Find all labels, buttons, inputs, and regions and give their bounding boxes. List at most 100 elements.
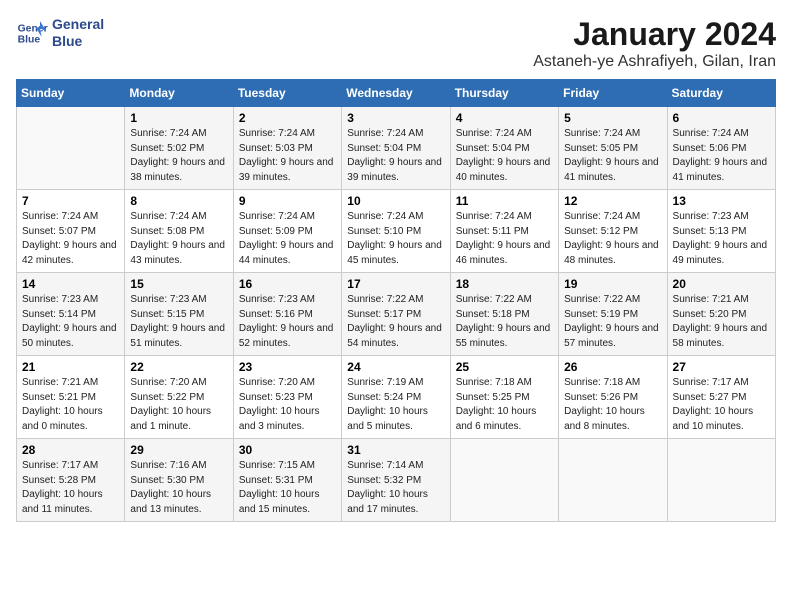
- cell-info: Sunrise: 7:21 AM Sunset: 5:20 PM Dayligh…: [673, 293, 770, 351]
- calendar-cell: [667, 439, 775, 522]
- cell-info: Sunrise: 7:24 AM Sunset: 5:10 PM Dayligh…: [347, 210, 444, 268]
- cell-info: Sunrise: 7:14 AM Sunset: 5:32 PM Dayligh…: [347, 459, 444, 517]
- day-header-tuesday: Tuesday: [233, 80, 341, 107]
- day-header-monday: Monday: [125, 80, 233, 107]
- calendar-cell: 11 Sunrise: 7:24 AM Sunset: 5:11 PM Dayli…: [450, 190, 558, 273]
- calendar-cell: 20 Sunrise: 7:21 AM Sunset: 5:20 PM Dayli…: [667, 273, 775, 356]
- day-number: 3: [347, 111, 444, 125]
- cell-info: Sunrise: 7:24 AM Sunset: 5:02 PM Dayligh…: [130, 127, 227, 185]
- day-number: 30: [239, 443, 336, 457]
- day-header-thursday: Thursday: [450, 80, 558, 107]
- day-number: 4: [456, 111, 553, 125]
- calendar-cell: [559, 439, 667, 522]
- day-number: 13: [673, 194, 770, 208]
- calendar-cell: 26 Sunrise: 7:18 AM Sunset: 5:26 PM Dayli…: [559, 356, 667, 439]
- day-number: 26: [564, 360, 661, 374]
- cell-info: Sunrise: 7:19 AM Sunset: 5:24 PM Dayligh…: [347, 376, 444, 434]
- calendar-cell: 22Sunrise: 7:20 AM Sunset: 5:22 PM Dayli…: [125, 356, 233, 439]
- day-number: 11: [456, 194, 553, 208]
- calendar-cell: 15 Sunrise: 7:23 AM Sunset: 5:15 PM Dayli…: [125, 273, 233, 356]
- calendar-cell: 7 Sunrise: 7:24 AM Sunset: 5:07 PM Daylig…: [17, 190, 125, 273]
- calendar-cell: [450, 439, 558, 522]
- calendar-table: SundayMondayTuesdayWednesdayThursdayFrid…: [16, 79, 776, 522]
- day-number: 27: [673, 360, 770, 374]
- day-number: 9: [239, 194, 336, 208]
- header: General Blue General Blue January 2024 A…: [16, 16, 776, 71]
- cell-info: Sunrise: 7:22 AM Sunset: 5:17 PM Dayligh…: [347, 293, 444, 351]
- cell-info: Sunrise: 7:20 AM Sunset: 5:23 PM Dayligh…: [239, 376, 336, 434]
- main-title: January 2024: [533, 16, 776, 53]
- day-number: 20: [673, 277, 770, 291]
- week-row-2: 7 Sunrise: 7:24 AM Sunset: 5:07 PM Daylig…: [17, 190, 776, 273]
- day-number: 17: [347, 277, 444, 291]
- cell-info: Sunrise: 7:16 AM Sunset: 5:30 PM Dayligh…: [130, 459, 227, 517]
- calendar-cell: 4 Sunrise: 7:24 AM Sunset: 5:04 PM Daylig…: [450, 107, 558, 190]
- cell-info: Sunrise: 7:23 AM Sunset: 5:14 PM Dayligh…: [22, 293, 119, 351]
- days-header-row: SundayMondayTuesdayWednesdayThursdayFrid…: [17, 80, 776, 107]
- calendar-cell: 3 Sunrise: 7:24 AM Sunset: 5:04 PM Daylig…: [342, 107, 450, 190]
- cell-info: Sunrise: 7:21 AM Sunset: 5:21 PM Dayligh…: [22, 376, 119, 434]
- svg-text:Blue: Blue: [18, 34, 41, 45]
- calendar-cell: 1Sunrise: 7:24 AM Sunset: 5:02 PM Daylig…: [125, 107, 233, 190]
- day-number: 15: [130, 277, 227, 291]
- cell-info: Sunrise: 7:24 AM Sunset: 5:07 PM Dayligh…: [22, 210, 119, 268]
- calendar-cell: 10 Sunrise: 7:24 AM Sunset: 5:10 PM Dayli…: [342, 190, 450, 273]
- week-row-3: 14 Sunrise: 7:23 AM Sunset: 5:14 PM Dayli…: [17, 273, 776, 356]
- day-header-wednesday: Wednesday: [342, 80, 450, 107]
- day-header-saturday: Saturday: [667, 80, 775, 107]
- day-number: 18: [456, 277, 553, 291]
- week-row-5: 28 Sunrise: 7:17 AM Sunset: 5:28 PM Dayli…: [17, 439, 776, 522]
- day-number: 21: [22, 360, 119, 374]
- day-header-friday: Friday: [559, 80, 667, 107]
- cell-info: Sunrise: 7:22 AM Sunset: 5:19 PM Dayligh…: [564, 293, 661, 351]
- cell-info: Sunrise: 7:23 AM Sunset: 5:13 PM Dayligh…: [673, 210, 770, 268]
- calendar-cell: 24Sunrise: 7:19 AM Sunset: 5:24 PM Dayli…: [342, 356, 450, 439]
- cell-info: Sunrise: 7:24 AM Sunset: 5:08 PM Dayligh…: [130, 210, 227, 268]
- calendar-cell: 5Sunrise: 7:24 AM Sunset: 5:05 PM Daylig…: [559, 107, 667, 190]
- week-row-1: 1Sunrise: 7:24 AM Sunset: 5:02 PM Daylig…: [17, 107, 776, 190]
- cell-info: Sunrise: 7:24 AM Sunset: 5:12 PM Dayligh…: [564, 210, 661, 268]
- cell-info: Sunrise: 7:24 AM Sunset: 5:06 PM Dayligh…: [673, 127, 770, 185]
- calendar-cell: 21 Sunrise: 7:21 AM Sunset: 5:21 PM Dayli…: [17, 356, 125, 439]
- calendar-cell: 9 Sunrise: 7:24 AM Sunset: 5:09 PM Daylig…: [233, 190, 341, 273]
- subtitle: Astaneh-ye Ashrafiyeh, Gilan, Iran: [533, 53, 776, 71]
- day-number: 28: [22, 443, 119, 457]
- week-row-4: 21 Sunrise: 7:21 AM Sunset: 5:21 PM Dayli…: [17, 356, 776, 439]
- cell-info: Sunrise: 7:17 AM Sunset: 5:28 PM Dayligh…: [22, 459, 119, 517]
- day-number: 5: [564, 111, 661, 125]
- cell-info: Sunrise: 7:24 AM Sunset: 5:09 PM Dayligh…: [239, 210, 336, 268]
- cell-info: Sunrise: 7:15 AM Sunset: 5:31 PM Dayligh…: [239, 459, 336, 517]
- day-number: 12: [564, 194, 661, 208]
- day-number: 7: [22, 194, 119, 208]
- cell-info: Sunrise: 7:18 AM Sunset: 5:26 PM Dayligh…: [564, 376, 661, 434]
- calendar-cell: 16Sunrise: 7:23 AM Sunset: 5:16 PM Dayli…: [233, 273, 341, 356]
- calendar-cell: 6Sunrise: 7:24 AM Sunset: 5:06 PM Daylig…: [667, 107, 775, 190]
- logo-line1: General: [52, 16, 104, 33]
- day-header-sunday: Sunday: [17, 80, 125, 107]
- calendar-cell: 27Sunrise: 7:17 AM Sunset: 5:27 PM Dayli…: [667, 356, 775, 439]
- day-number: 23: [239, 360, 336, 374]
- day-number: 31: [347, 443, 444, 457]
- calendar-cell: 28 Sunrise: 7:17 AM Sunset: 5:28 PM Dayli…: [17, 439, 125, 522]
- cell-info: Sunrise: 7:24 AM Sunset: 5:04 PM Dayligh…: [347, 127, 444, 185]
- calendar-cell: 13 Sunrise: 7:23 AM Sunset: 5:13 PM Dayli…: [667, 190, 775, 273]
- calendar-cell: 19 Sunrise: 7:22 AM Sunset: 5:19 PM Dayli…: [559, 273, 667, 356]
- calendar-cell: 17 Sunrise: 7:22 AM Sunset: 5:17 PM Dayli…: [342, 273, 450, 356]
- cell-info: Sunrise: 7:23 AM Sunset: 5:15 PM Dayligh…: [130, 293, 227, 351]
- calendar-cell: [17, 107, 125, 190]
- logo-line2: Blue: [52, 33, 104, 50]
- calendar-cell: 18 Sunrise: 7:22 AM Sunset: 5:18 PM Dayli…: [450, 273, 558, 356]
- cell-info: Sunrise: 7:24 AM Sunset: 5:04 PM Dayligh…: [456, 127, 553, 185]
- cell-info: Sunrise: 7:22 AM Sunset: 5:18 PM Dayligh…: [456, 293, 553, 351]
- title-area: January 2024 Astaneh-ye Ashrafiyeh, Gila…: [533, 16, 776, 71]
- day-number: 19: [564, 277, 661, 291]
- cell-info: Sunrise: 7:24 AM Sunset: 5:03 PM Dayligh…: [239, 127, 336, 185]
- cell-info: Sunrise: 7:24 AM Sunset: 5:11 PM Dayligh…: [456, 210, 553, 268]
- day-number: 14: [22, 277, 119, 291]
- day-number: 8: [130, 194, 227, 208]
- cell-info: Sunrise: 7:23 AM Sunset: 5:16 PM Dayligh…: [239, 293, 336, 351]
- day-number: 2: [239, 111, 336, 125]
- cell-info: Sunrise: 7:20 AM Sunset: 5:22 PM Dayligh…: [130, 376, 227, 434]
- day-number: 10: [347, 194, 444, 208]
- calendar-cell: 14 Sunrise: 7:23 AM Sunset: 5:14 PM Dayli…: [17, 273, 125, 356]
